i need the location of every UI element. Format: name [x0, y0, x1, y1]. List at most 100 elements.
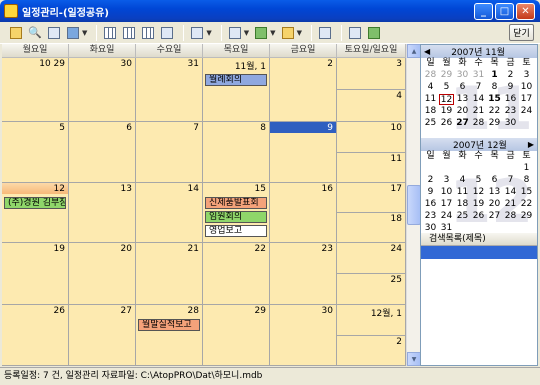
mini-day[interactable]: 2: [423, 175, 438, 186]
mini-day[interactable]: 5: [471, 175, 486, 186]
day-cell[interactable]: 11월, 1 월례회의: [203, 58, 270, 122]
day-cell-today[interactable]: 12 (주)경원 김부장: [2, 183, 69, 243]
sunday-cell[interactable]: 18: [337, 213, 405, 242]
close-window-button[interactable]: ✕: [516, 2, 535, 20]
mini-day[interactable]: 25: [423, 118, 438, 129]
mini-day[interactable]: 3: [439, 175, 454, 186]
saturday-cell[interactable]: 17: [337, 183, 405, 213]
day-cell[interactable]: 23: [270, 243, 337, 305]
mini-day[interactable]: 6: [487, 175, 502, 186]
mini-day[interactable]: 29: [487, 118, 502, 129]
mini-day[interactable]: 3: [519, 70, 534, 81]
scroll-thumb[interactable]: [407, 185, 421, 225]
mini-day[interactable]: 24: [519, 106, 534, 117]
event-month-end-report[interactable]: 월말실적보고: [138, 319, 200, 331]
mini-day[interactable]: 18: [455, 199, 470, 210]
copy-icon[interactable]: [347, 25, 363, 41]
mini-day[interactable]: 4: [455, 175, 470, 186]
day-cell[interactable]: 10 29: [2, 58, 69, 122]
mini-day[interactable]: 22: [487, 106, 502, 117]
mini-day[interactable]: 9: [503, 82, 518, 93]
mini-day[interactable]: 20: [487, 199, 502, 210]
day-cell[interactable]: 21: [136, 243, 203, 305]
maximize-button[interactable]: □: [495, 2, 514, 20]
week-view-icon[interactable]: [121, 25, 137, 41]
open-folder-icon[interactable]: [8, 25, 24, 41]
mini-day[interactable]: 8: [519, 175, 534, 186]
day-cell[interactable]: 22: [203, 243, 270, 305]
mini-day[interactable]: 27: [487, 211, 502, 222]
scroll-up-icon[interactable]: ▲: [407, 44, 421, 58]
day-cell[interactable]: 14: [136, 183, 203, 243]
mini-day[interactable]: 28: [423, 70, 438, 81]
day-cell[interactable]: 5: [2, 122, 69, 183]
mini-day[interactable]: 23: [503, 106, 518, 117]
mini-day[interactable]: 15: [519, 187, 534, 198]
mini-day[interactable]: 22: [519, 199, 534, 210]
mini-day[interactable]: 4: [423, 82, 438, 93]
checklist-icon[interactable]: [227, 25, 243, 41]
day-cell[interactable]: 30: [69, 58, 136, 122]
day-cell[interactable]: 16: [270, 183, 337, 243]
mini-day[interactable]: 27: [455, 118, 470, 129]
day-cell[interactable]: 20: [69, 243, 136, 305]
event-product-launch[interactable]: 신제품발표회: [205, 197, 267, 209]
mini-day[interactable]: 11: [423, 94, 438, 105]
day-cell[interactable]: 29: [203, 305, 270, 366]
mini-day[interactable]: 29: [439, 70, 454, 81]
mini-day[interactable]: 7: [471, 82, 486, 93]
sunday-cell[interactable]: 25: [337, 274, 405, 304]
print-icon[interactable]: [317, 25, 333, 41]
mini-day[interactable]: 19: [439, 106, 454, 117]
mini-day[interactable]: 17: [439, 199, 454, 210]
mini-day[interactable]: 23: [423, 211, 438, 222]
monitor-icon[interactable]: [366, 25, 382, 41]
day-cell[interactable]: 8: [203, 122, 270, 183]
mini-day[interactable]: 5: [439, 82, 454, 93]
day-cell[interactable]: 26: [2, 305, 69, 366]
mini-day[interactable]: 6: [455, 82, 470, 93]
month-view-icon[interactable]: [140, 25, 156, 41]
calendar-dropdown-icon[interactable]: ▼: [270, 29, 275, 37]
sunday-cell[interactable]: 11: [337, 153, 405, 183]
mini-day[interactable]: 15: [487, 94, 502, 105]
sunday-cell[interactable]: 2: [337, 336, 405, 366]
save-dropdown-icon[interactable]: ▼: [82, 29, 87, 37]
mini-day[interactable]: 11: [455, 187, 470, 198]
event-executive-meeting[interactable]: 임원회의: [205, 211, 267, 223]
scroll-down-icon[interactable]: ▼: [407, 352, 421, 366]
mini-day[interactable]: 26: [471, 211, 486, 222]
mini-day[interactable]: 28: [471, 118, 486, 129]
mini-day[interactable]: 13: [455, 94, 470, 105]
day-cell[interactable]: 30: [270, 305, 337, 366]
layout-icon[interactable]: [189, 25, 205, 41]
mini-day[interactable]: 10: [519, 82, 534, 93]
mini-day[interactable]: 24: [439, 211, 454, 222]
mini-day[interactable]: 16: [503, 94, 518, 105]
layout-dropdown-icon[interactable]: ▼: [206, 29, 211, 37]
day-cell[interactable]: 6: [69, 122, 136, 183]
mini-day[interactable]: 16: [423, 199, 438, 210]
mini-day[interactable]: 1: [487, 70, 502, 81]
mini-day[interactable]: 14: [503, 187, 518, 198]
mini-day[interactable]: 12: [439, 94, 454, 105]
day-cell-selected[interactable]: 9: [270, 122, 337, 183]
export-icon[interactable]: [280, 25, 296, 41]
mini-day[interactable]: 14: [471, 94, 486, 105]
day-cell[interactable]: 19: [2, 243, 69, 305]
mini-day[interactable]: 10: [439, 187, 454, 198]
mini-day[interactable]: 9: [423, 187, 438, 198]
saturday-cell[interactable]: 24: [337, 243, 405, 274]
day-cell[interactable]: 2: [270, 58, 337, 122]
export-dropdown-icon[interactable]: ▼: [297, 29, 302, 37]
mini-day[interactable]: 28: [503, 211, 518, 222]
mini-day[interactable]: 1: [519, 163, 534, 174]
mini-day[interactable]: 31: [471, 70, 486, 81]
mini-day[interactable]: 21: [503, 199, 518, 210]
next-month-icon[interactable]: ▶: [528, 140, 534, 149]
mini-day[interactable]: 12: [471, 187, 486, 198]
calendar-icon[interactable]: [253, 25, 269, 41]
event-monthly-meeting[interactable]: 월례회의: [205, 74, 267, 86]
mini-day[interactable]: 13: [487, 187, 502, 198]
day-cell[interactable]: 7: [136, 122, 203, 183]
